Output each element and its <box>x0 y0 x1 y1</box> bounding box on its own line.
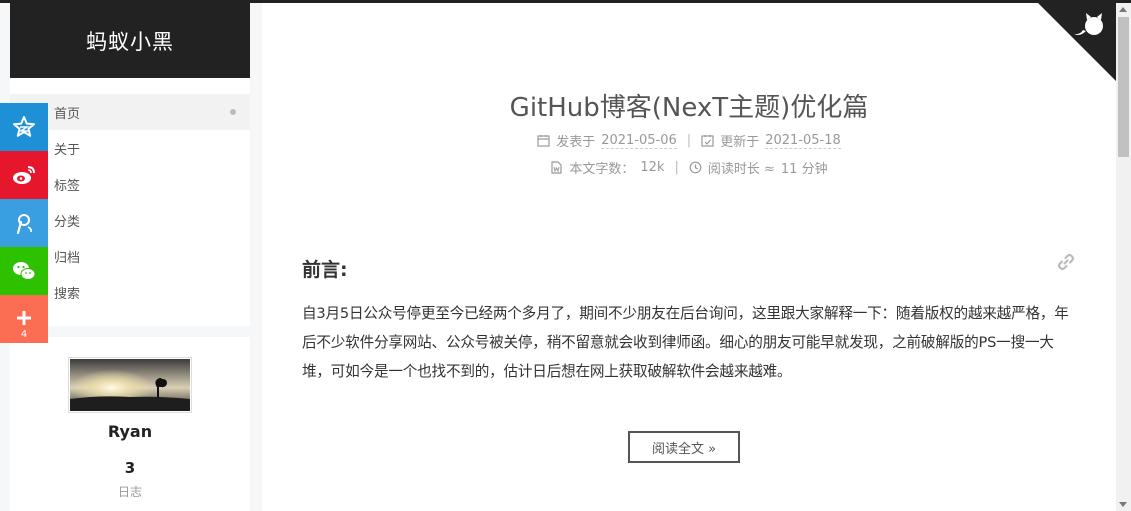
updated-label: 更新于 <box>720 135 760 150</box>
page-scrollbar[interactable] <box>1116 3 1131 511</box>
share-weibo-button[interactable] <box>0 151 48 199</box>
section-heading: 前言: <box>302 259 348 281</box>
share-wechat-button[interactable] <box>0 247 48 295</box>
calendar-check-icon <box>701 135 714 147</box>
updated-date[interactable]: 2021-05-18 <box>765 133 841 149</box>
scroll-down-arrow-icon[interactable] <box>1119 502 1127 507</box>
tencent-weibo-icon <box>16 214 32 235</box>
post-meta-stats: 本文字数： 12k | 阅读时长 ≈ 11 分钟 <box>262 158 1116 177</box>
share-count: 4 <box>20 329 28 340</box>
site-title[interactable]: 蚂蚁小黑 <box>86 26 174 56</box>
calendar-icon <box>537 135 550 147</box>
link-icon[interactable] <box>1056 252 1076 272</box>
site-brand[interactable]: 蚂蚁小黑 <box>10 3 250 78</box>
wordcount-value: 12k <box>640 160 665 175</box>
top-border <box>0 0 1131 3</box>
avatar-image <box>70 359 190 411</box>
posts-count-label[interactable]: 日志 <box>10 483 250 500</box>
qzone-icon <box>13 116 35 137</box>
menu-item-label: 搜索 <box>54 286 81 302</box>
github-corner-link[interactable] <box>1038 3 1116 81</box>
wechat-icon <box>13 262 36 280</box>
author-profile: Ryan 3 日志 <box>10 337 250 511</box>
menu-item-label: 归档 <box>54 250 81 266</box>
meta-divider: | <box>674 160 679 175</box>
read-more-button[interactable]: 阅读全文 » <box>628 431 740 463</box>
menu-item-label: 关于 <box>54 142 81 158</box>
post-meta-dates: 发表于 2021-05-06 | 更新于 2021-05-18 <box>262 131 1116 150</box>
meta-divider: | <box>686 133 692 148</box>
avatar <box>68 357 192 413</box>
post-article: GitHub博客(NexT主题)优化篇 发表于 2021-05-06 | 更新于… <box>262 3 1116 511</box>
weibo-icon <box>13 166 35 184</box>
author-name: Ryan <box>107 422 153 441</box>
menu-item-label: 分类 <box>54 214 81 230</box>
post-excerpt: 自3月5日公众号停更至今已经两个多月了，期间不少朋友在后台询问，这里跟大家解释一… <box>302 305 1069 381</box>
share-more-button[interactable]: 4 <box>0 295 48 343</box>
share-tencent-weibo-button[interactable] <box>0 199 48 247</box>
posts-count[interactable]: 3 <box>10 459 250 477</box>
share-bar: 4 <box>0 103 48 343</box>
menu-item-label: 标签 <box>54 178 81 194</box>
wordcount-label: 本文字数： <box>569 162 635 177</box>
post-title[interactable]: GitHub博客(NexT主题)优化篇 <box>262 87 1116 124</box>
clock-icon <box>689 161 702 174</box>
active-indicator-dot <box>230 109 236 115</box>
published-label: 发表于 <box>556 135 596 150</box>
readtime-label: 阅读时长 ≈ <box>707 162 775 177</box>
file-word-icon <box>551 161 562 174</box>
scroll-thumb[interactable] <box>1118 17 1129 157</box>
published-date[interactable]: 2021-05-06 <box>601 133 677 149</box>
readtime-value: 11 分钟 <box>780 162 828 177</box>
share-qzone-button[interactable] <box>0 103 48 151</box>
scroll-up-arrow-icon[interactable] <box>1119 7 1127 12</box>
menu-item-label: 首页 <box>54 106 81 122</box>
